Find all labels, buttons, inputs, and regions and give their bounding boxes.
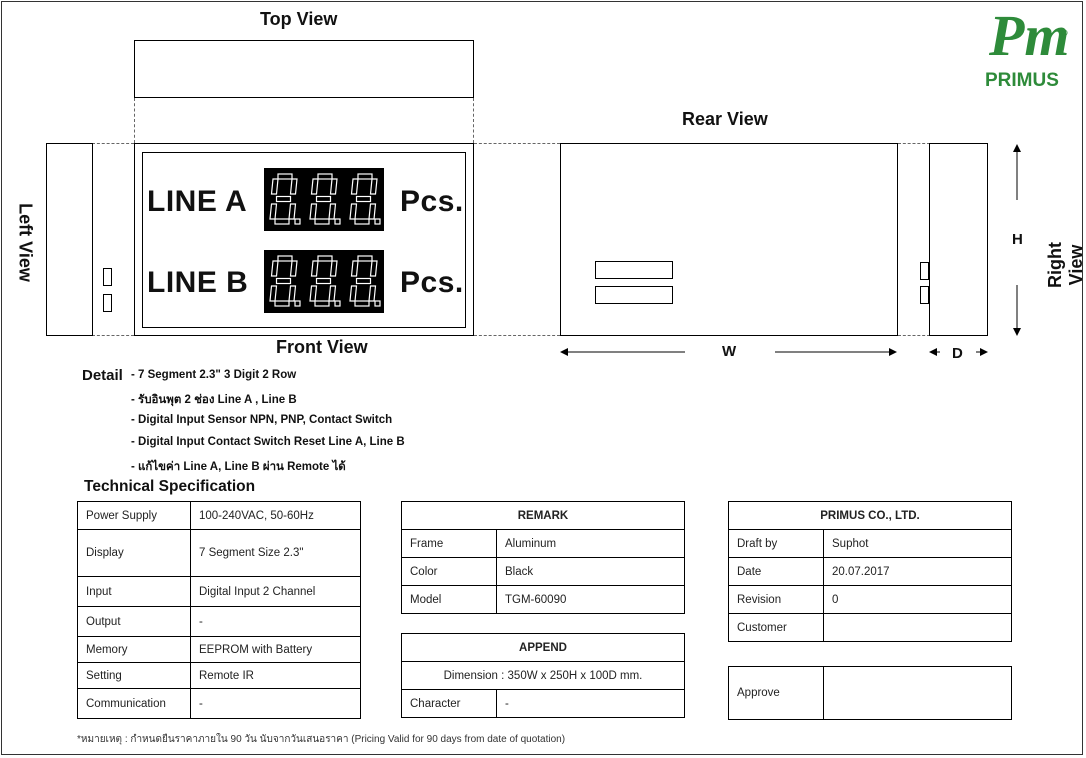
- approve-table: Approve: [728, 666, 1012, 720]
- spec-value: Digital Input 2 Channel: [190, 576, 361, 607]
- table-row: Dimension : 350W x 250H x 100D mm.: [401, 661, 685, 690]
- company-value: 20.07.2017: [823, 557, 1012, 586]
- w-dimension-label: W: [722, 343, 737, 360]
- company-label: Date: [728, 557, 824, 586]
- table-row: Display 7 Segment Size 2.3": [77, 529, 361, 577]
- company-label: Customer: [728, 613, 824, 642]
- spec-value: -: [190, 688, 361, 719]
- table-row: Frame Aluminum: [401, 529, 685, 558]
- spec-label: Power Supply: [77, 501, 191, 530]
- company-value: Suphot: [823, 529, 1012, 558]
- table-row: Color Black: [401, 557, 685, 586]
- detail-item: - Digital Input Contact Switch Reset Lin…: [131, 436, 405, 448]
- remark-table: REMARK Frame Aluminum Color Black Model TGM…: [401, 501, 685, 614]
- spec-label: Memory: [77, 636, 191, 663]
- spec-value: EEPROM with Battery: [190, 636, 361, 663]
- table-row: Draft by Suphot: [728, 529, 1012, 558]
- table-row: Setting Remote IR: [77, 662, 361, 689]
- approve-label: Approve: [728, 666, 824, 720]
- h-dimension-label: H: [1012, 231, 1023, 248]
- detail-title: Detail: [82, 367, 123, 384]
- remark-value: TGM-60090: [496, 585, 685, 614]
- table-row: Date 20.07.2017: [728, 557, 1012, 586]
- d-dimension-label: D: [952, 345, 963, 362]
- remark-label: Frame: [401, 529, 497, 558]
- spec-value: 7 Segment Size 2.3": [190, 529, 361, 577]
- table-row: Input Digital Input 2 Channel: [77, 576, 361, 607]
- table-row: APPEND: [401, 633, 685, 662]
- company-value: 0: [823, 585, 1012, 614]
- company-value: [823, 613, 1012, 642]
- table-row: Model TGM-60090: [401, 585, 685, 614]
- pricing-footnote: *หมายเหตุ : กำหนดยืนราคาภายใน 90 วัน นับ…: [77, 734, 566, 745]
- spec-value: -: [190, 606, 361, 637]
- remark-value: Black: [496, 557, 685, 586]
- company-table: PRIMUS CO., LTD. Draft by Suphot Date 20.0…: [728, 501, 1012, 642]
- company-title: PRIMUS CO., LTD.: [728, 501, 1012, 530]
- table-row: Customer: [728, 613, 1012, 642]
- table-row: Approve: [728, 666, 1012, 720]
- table-row: Character -: [401, 689, 685, 718]
- remark-label: Color: [401, 557, 497, 586]
- table-row: Power Supply 100-240VAC, 50-60Hz: [77, 501, 361, 530]
- append-table: APPEND Dimension : 350W x 250H x 100D mm…: [401, 633, 685, 718]
- spec-label: Output: [77, 606, 191, 637]
- spec-value: 100-240VAC, 50-60Hz: [190, 501, 361, 530]
- remark-label: Model: [401, 585, 497, 614]
- spec-label: Setting: [77, 662, 191, 689]
- remark-title: REMARK: [401, 501, 685, 530]
- company-label: Draft by: [728, 529, 824, 558]
- tech-spec-table: Power Supply 100-240VAC, 50-60Hz Display 7…: [77, 501, 361, 719]
- tech-spec-title: Technical Specification: [84, 478, 256, 495]
- append-label: Character: [401, 689, 497, 718]
- approve-signature: [823, 666, 1012, 720]
- table-row: REMARK: [401, 501, 685, 530]
- dimension-arrows: [560, 144, 1021, 356]
- detail-item: - Digital Input Sensor NPN, PNP, Contact…: [131, 414, 393, 426]
- table-row: Revision 0: [728, 585, 1012, 614]
- table-row: Output -: [77, 606, 361, 637]
- table-row: PRIMUS CO., LTD.: [728, 501, 1012, 530]
- detail-item: - รับอินพุต 2 ช่อง Line A , Line B: [131, 394, 297, 406]
- table-row: Memory EEPROM with Battery: [77, 636, 361, 663]
- append-dimension: Dimension : 350W x 250H x 100D mm.: [401, 661, 685, 690]
- append-title: APPEND: [401, 633, 685, 662]
- remark-value: Aluminum: [496, 529, 685, 558]
- spec-label: Communication: [77, 688, 191, 719]
- spec-label: Input: [77, 576, 191, 607]
- table-row: Communication -: [77, 688, 361, 719]
- detail-item: - 7 Segment 2.3" 3 Digit 2 Row: [131, 369, 297, 381]
- company-label: Revision: [728, 585, 824, 614]
- detail-item: - แก้ไขค่า Line A, Line B ผ่าน Remote ได…: [131, 461, 346, 473]
- spec-label: Display: [77, 529, 191, 577]
- spec-value: Remote IR: [190, 662, 361, 689]
- append-value: -: [496, 689, 685, 718]
